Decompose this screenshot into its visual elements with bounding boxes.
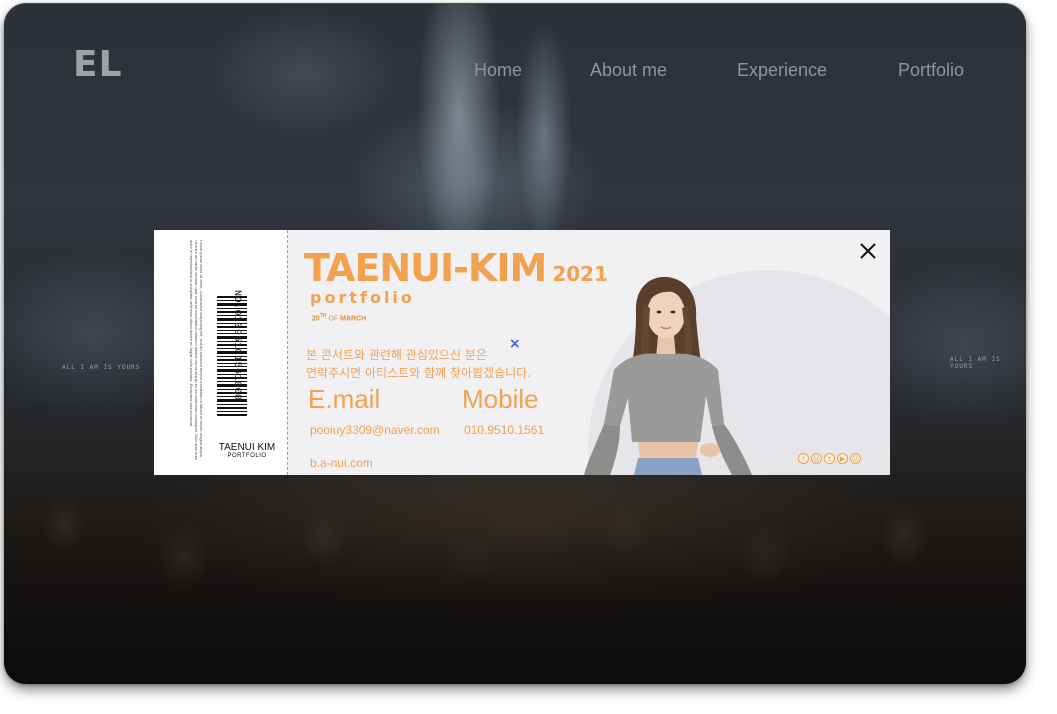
email-label: E.mail	[308, 384, 381, 414]
crowd-silhouette	[4, 464, 1026, 684]
side-screen-text-left: ALL I AM IS YOURS	[62, 364, 141, 371]
nav-experience[interactable]: Experience	[737, 60, 827, 81]
message-line-1: 본 콘서트와 관련해 관심있으신 분은	[306, 348, 487, 362]
ticket-main: TAENUI-KIM 2021 portfolio 20TH OF MARCH 본…	[288, 230, 890, 475]
ticket-message: 본 콘서트와 관련해 관심있으신 분은 연락주시면 아티스트와 함께 찾아뵙겠습…	[306, 346, 606, 382]
stub-fineprint: Lorem ipsum dolor sit amet, consectetur …	[189, 240, 204, 461]
blue-x-mark: ×	[509, 336, 521, 352]
barcode-number: NO.01095101561000	[231, 290, 242, 401]
date-suffix: TH	[319, 313, 327, 319]
website-link[interactable]: b.a-nui.com	[310, 456, 373, 470]
portrait-photo	[584, 276, 752, 475]
nav-about-me[interactable]: About me	[590, 60, 667, 81]
date-of: OF	[328, 315, 339, 323]
stub-name-sub: PORTFOLIO	[227, 453, 267, 459]
close-icon[interactable]	[857, 240, 879, 262]
stub-name: TAENUI KIM PORTFOLIO	[212, 442, 282, 459]
ticket-title: TAENUI-KIM 2021	[304, 246, 608, 290]
ticket-subtitle: portfolio	[310, 288, 415, 307]
ticket-stub: Lorem ipsum dolor sit amet, consectetur …	[154, 230, 288, 475]
youtube-icon[interactable]: ▶	[837, 453, 848, 464]
portfolio-ticket-modal: Lorem ipsum dolor sit amet, consectetur …	[154, 230, 890, 475]
ticket-date: 20TH OF MARCH	[312, 313, 366, 322]
date-day: 20	[312, 315, 320, 323]
message-line-2: 연락주시면 아티스트와 함께 찾아뵙겠습니다.	[306, 366, 532, 380]
instagram-icon[interactable]: @	[811, 453, 822, 464]
nav-home[interactable]: Home	[474, 60, 522, 81]
date-month: MARCH	[340, 315, 367, 323]
title-name: TAENUI-KIM	[304, 246, 547, 290]
mobile-value[interactable]: 010.9510.1561	[464, 423, 544, 437]
mobile-label: Mobile	[462, 384, 539, 414]
browser-window: ALL I AM IS YOURS ALL I AM IS YOURS EL H…	[4, 3, 1026, 684]
social-icons: f @ t ▶ ☺	[798, 453, 861, 464]
snapchat-icon[interactable]: ☺	[850, 453, 861, 464]
facebook-icon[interactable]: f	[798, 453, 809, 464]
main-nav: Home About me Experience Portfolio	[4, 60, 1026, 86]
stub-name-title: TAENUI KIM	[218, 442, 276, 453]
twitter-icon[interactable]: t	[824, 453, 835, 464]
email-value[interactable]: pooiuy3309@naver.com	[310, 423, 440, 437]
side-screen-text-right: ALL I AM IS YOURS	[950, 356, 1001, 370]
nav-portfolio[interactable]: Portfolio	[898, 60, 964, 81]
